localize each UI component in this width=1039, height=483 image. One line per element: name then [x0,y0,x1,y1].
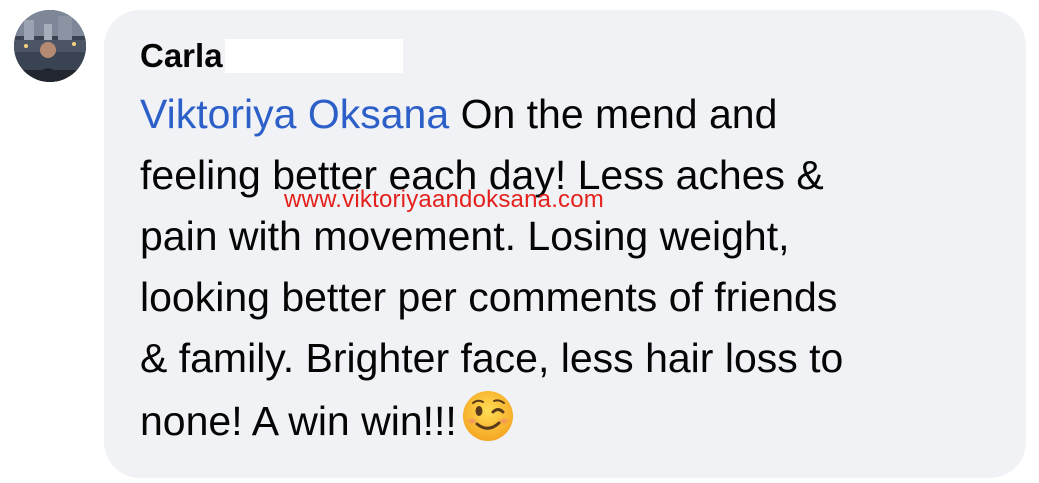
comment-line: pain with movement. Losing weight, [140,213,790,259]
comment-line: & family. Brighter face, less hair loss … [140,335,844,381]
comment-body: Viktoriya Oksana On the mend and feeling … [140,84,1010,452]
watermark: www.viktoriyaandoksana.com [284,186,605,213]
comment-line: On the mend and [449,91,778,137]
comment-header: Carla [140,36,403,76]
winking-face-icon [461,389,515,443]
avatar[interactable] [14,10,86,82]
redacted-surname [224,39,403,73]
comment-line: none! A win win!!! [140,398,457,444]
comment-thread: Carla Viktoriya Oksana On the mend and fe… [0,0,1039,483]
author-name[interactable]: Carla [140,36,223,76]
comment-line: looking better per comments of friends [140,274,838,320]
mention-link[interactable]: Viktoriya Oksana [140,91,449,137]
avatar-photo-icon [14,10,86,82]
